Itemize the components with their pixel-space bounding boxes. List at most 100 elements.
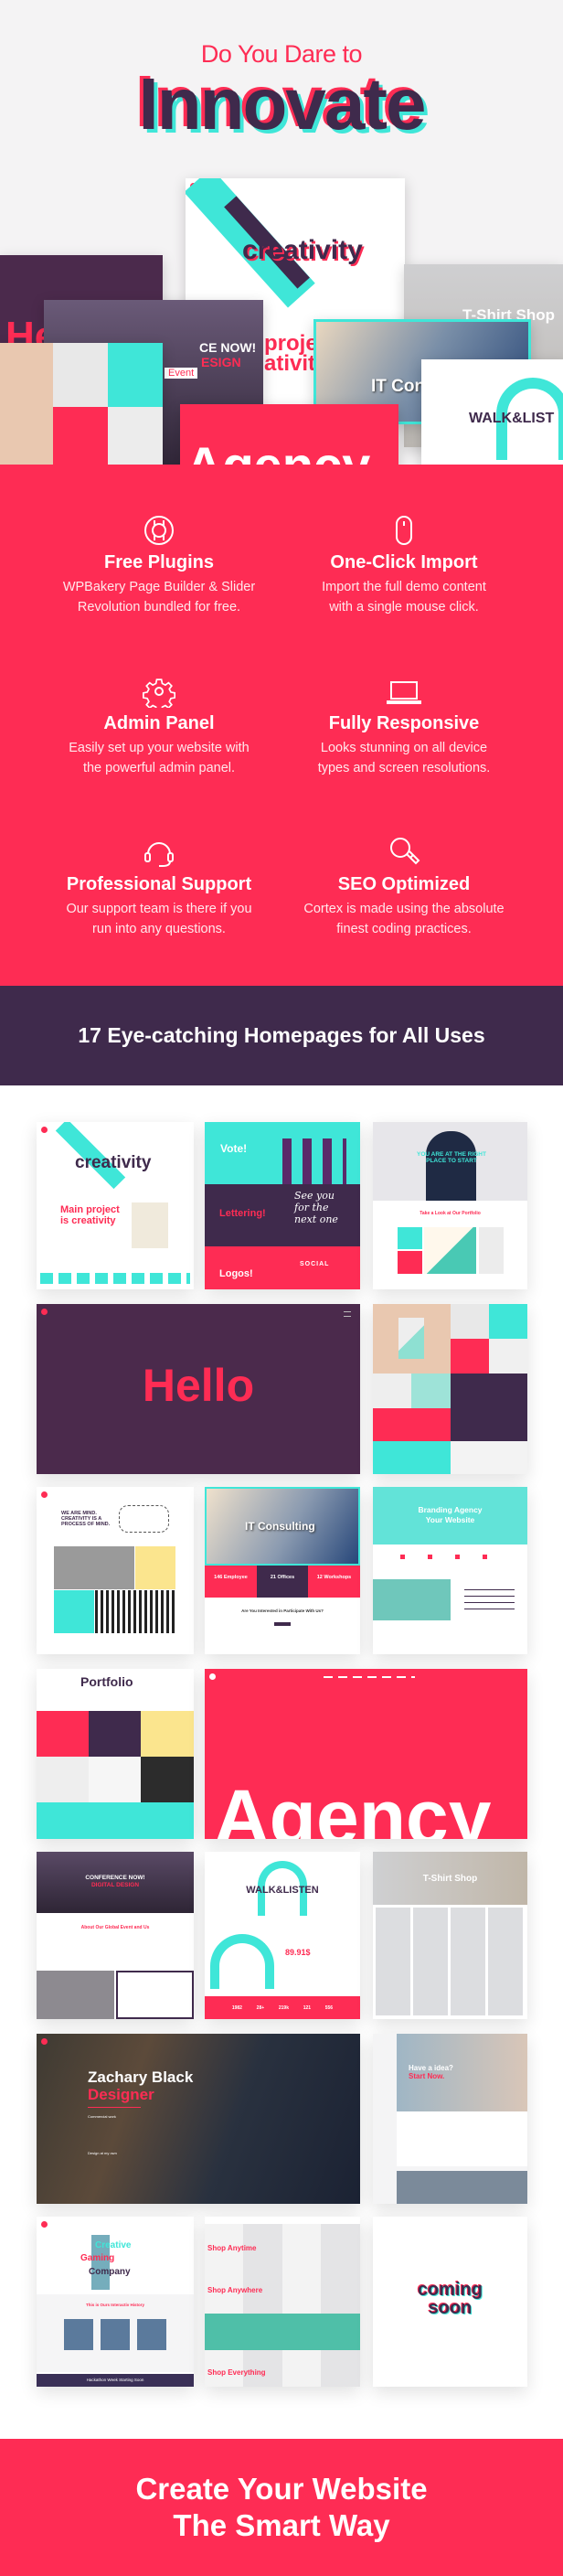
portfolio-title: Portfolio — [80, 1674, 133, 1689]
vote-text: Vote! — [220, 1142, 248, 1155]
project-line-2: is creativity — [60, 1215, 116, 1226]
conference-hero: CONFERENCE NOW! DIGITAL DESIGN — [37, 1852, 194, 1913]
demo-mind[interactable]: WE ARE MIND. CREATIVITY IS A PROCESS OF … — [37, 1487, 194, 1654]
section-commercial: Commercial work — [88, 2114, 116, 2119]
feature-free-plugins: Free Plugins WPBakery Page Builder & Sli… — [22, 514, 296, 617]
zachary-name: Zachary Black — [88, 2068, 194, 2086]
product-photo — [210, 1934, 274, 1989]
portfolio-heading: Take a Look at Our Portfolio — [420, 1211, 481, 1216]
feature-desc: types and screen resolutions. — [317, 761, 491, 775]
tile-penguin — [53, 343, 108, 407]
project-image — [132, 1202, 168, 1248]
feature-desc: Looks stunning on all device — [320, 741, 488, 755]
collage-creativity-text: creativity — [242, 235, 363, 265]
demo-coming-soon[interactable]: coming soon — [373, 2217, 527, 2387]
stat-value: 1982 — [231, 2004, 242, 2011]
feature-seo-optimized: SEO Optimized Cortex is made using the a… — [267, 836, 541, 939]
branding-hero: Branding Agency Your Website — [373, 1487, 527, 1545]
demo-tshirt-shop[interactable]: T-Shirt Shop — [373, 1852, 527, 2019]
tile-pink-script — [373, 1408, 451, 1441]
agency-title: Agency — [214, 1774, 492, 1839]
homepages-banner: 17 Eye-catching Homepages for All Uses — [0, 986, 563, 1085]
laptop-icon — [387, 681, 421, 704]
stat-value: 219k — [278, 2004, 289, 2011]
idea-line-2: Start Now. — [409, 2072, 445, 2080]
social-badge: SOCIAL — [300, 1261, 330, 1267]
lettering-panel: Lettering! See you for the next one — [205, 1184, 360, 1246]
client-logos-row — [40, 1273, 190, 1284]
doodle-image — [119, 1505, 169, 1533]
vote-panel: Vote! — [205, 1122, 360, 1184]
tile-stripes — [95, 1590, 175, 1633]
tile-bottle — [489, 1339, 527, 1374]
demo-conference[interactable]: CONFERENCE NOW! DIGITAL DESIGN About Our… — [37, 1852, 194, 2019]
branding-photo — [373, 1579, 451, 1620]
demo-creativity[interactable]: creativity Main project is creativity — [37, 1122, 194, 1289]
hero-photo: YOU ARE AT THE RIGHT PLACE TO START — [373, 1122, 527, 1201]
product-price: 89.91$ — [285, 1948, 311, 1957]
tile-bottle — [108, 407, 163, 471]
feature-admin-panel: Admin Panel Easily set up your website w… — [22, 675, 296, 778]
stat-1: 146 Employee — [205, 1566, 257, 1598]
logos-panel: Logos! SOCIAL — [205, 1246, 360, 1289]
demo-branding[interactable]: Branding Agency Your Website — [373, 1487, 527, 1654]
skill-bars — [464, 1589, 515, 1615]
demo-it-consulting[interactable]: IT Consulting 146 Employee 21 Offices 12… — [205, 1487, 360, 1654]
feature-title: Free Plugins — [103, 552, 215, 572]
demo-gaming[interactable]: Creative Gaming Company This is Ours Int… — [37, 2217, 194, 2387]
feature-desc: WPBakery Page Builder & Slider — [62, 580, 256, 594]
demo-hello[interactable]: Hello — [37, 1304, 360, 1474]
feature-desc: run into any questions. — [92, 922, 226, 936]
lettering-text: Lettering! — [219, 1208, 266, 1219]
shop-line-3: Shop Everything — [207, 2368, 266, 2377]
logos-text: Logos! — [219, 1268, 253, 1279]
demo-idea[interactable]: Have a idea? Start Now. — [373, 2034, 527, 2204]
feature-desc: finest coding practices. — [336, 922, 472, 936]
demo-portfolio[interactable]: Portfolio — [37, 1669, 194, 1839]
it-title: IT Consulting — [245, 1520, 315, 1533]
project-line: Main project — [60, 1204, 120, 1215]
collage-walk-text: WALK&LIST — [469, 411, 555, 426]
conference-about: About Our Global Event and Us — [80, 1925, 150, 1930]
feature-desc: with a single mouse click. — [329, 600, 479, 615]
demo-start[interactable]: YOU ARE AT THE RIGHT PLACE TO START Take… — [373, 1122, 527, 1289]
collage-walk-card: WALK&LIST — [421, 359, 563, 478]
features-section: Free Plugins WPBakery Page Builder & Sli… — [0, 465, 563, 986]
demo-agency[interactable]: Agency — [205, 1669, 527, 1839]
feature-professional-support: Professional Support Our support team is… — [22, 836, 296, 939]
demo-lettering[interactable]: Vote! Lettering! See you for the next on… — [205, 1122, 360, 1289]
stat-2: 21 Offices — [257, 1566, 308, 1598]
menu-icon[interactable] — [344, 1311, 351, 1317]
idea-team-photo — [397, 2171, 527, 2204]
participate-button[interactable] — [274, 1622, 291, 1626]
history-images — [64, 2319, 166, 2350]
logo-dot — [41, 2038, 48, 2045]
idea-services — [397, 2111, 527, 2166]
tile-teal — [108, 343, 163, 407]
feature-title: Admin Panel — [103, 713, 215, 733]
demo-zachary[interactable]: Zachary Black Designer Commercial work D… — [37, 2034, 360, 2204]
tile-teal-script — [54, 1590, 94, 1633]
stat-3: 12 Workshops — [308, 1566, 360, 1598]
offer-banner — [205, 2314, 360, 2350]
feature-fully-responsive: Fully Responsive Looks stunning on all d… — [267, 675, 541, 778]
tile-bottles — [37, 1757, 89, 1802]
gaming-line-2: Gaming — [80, 2253, 115, 2263]
coming-soon-text: coming soon — [373, 2281, 527, 2317]
tile-teal — [489, 1304, 527, 1339]
magnifier-icon — [390, 838, 420, 865]
start-headline: YOU ARE AT THE RIGHT PLACE TO START — [417, 1151, 486, 1164]
collage-event-text: Event — [165, 368, 198, 379]
services-row — [400, 1555, 501, 1559]
collage-conference-sub: ESIGN — [201, 355, 241, 369]
agency-nav — [324, 1676, 415, 1678]
demo-portfolio-grid[interactable] — [373, 1304, 527, 1474]
demo-shop[interactable]: Shop Anytime Shop Anywhere Shop Everythi… — [205, 2217, 360, 2387]
history-heading: This is Ours Interactiv History — [85, 2303, 145, 2307]
feature-desc: Import the full demo content — [322, 580, 486, 594]
feature-title: Professional Support — [66, 874, 252, 894]
demo-walk-listen[interactable]: WALK&LISTEN 89.91$ 1982 28+ 219k 121 556 — [205, 1852, 360, 2019]
feature-desc: the powerful admin panel. — [82, 761, 236, 775]
branding-title-2: Your Website — [425, 1515, 475, 1524]
tile-cup — [373, 1374, 411, 1408]
